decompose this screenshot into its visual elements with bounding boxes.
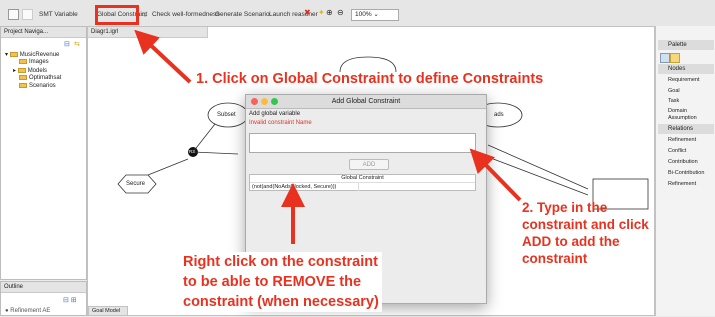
annotation-step1: 1. Click on Global Constraint to define … xyxy=(196,71,544,87)
arrow-to-input xyxy=(469,148,522,202)
arrow-to-global-constraint xyxy=(134,29,192,84)
annotation-step3: Right click on the constraint to be able… xyxy=(180,252,382,312)
annotation-step2: 2. Type in the constraint and click ADD … xyxy=(522,200,649,266)
